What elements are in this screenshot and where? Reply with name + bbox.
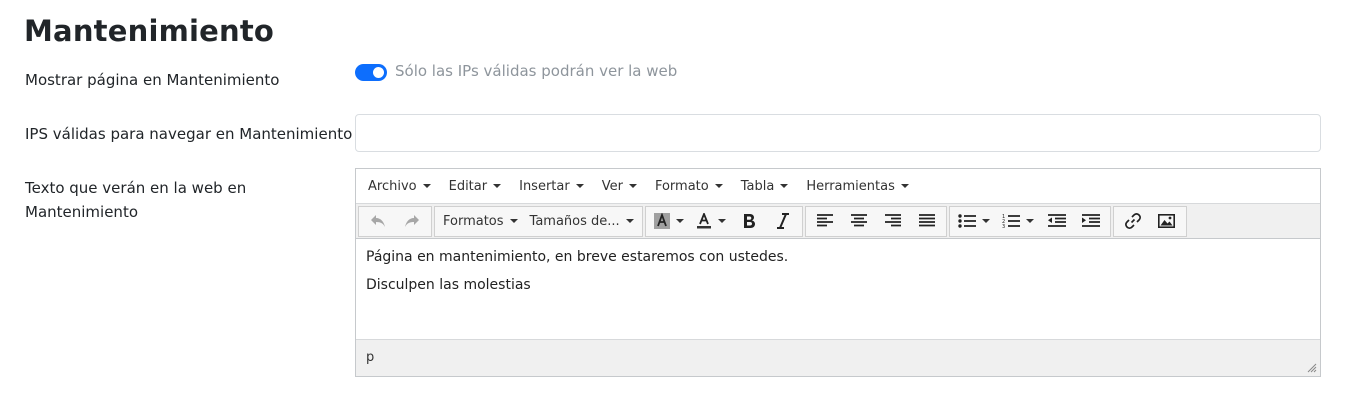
undo-icon bbox=[371, 215, 385, 227]
background-color-button[interactable] bbox=[648, 208, 690, 235]
page-title: Mantenimiento bbox=[24, 14, 275, 48]
caret-down-icon bbox=[625, 219, 634, 223]
align-right-button[interactable] bbox=[876, 208, 910, 235]
message-text-label-line1: Texto que verán en la web en bbox=[25, 179, 247, 197]
bullet-list-icon bbox=[957, 214, 976, 228]
maintenance-toggle[interactable] bbox=[355, 64, 387, 81]
menu-label: Ver bbox=[601, 178, 623, 194]
bold-button[interactable] bbox=[732, 208, 766, 235]
menu-label: Formato bbox=[654, 178, 709, 194]
link-icon bbox=[1124, 213, 1141, 229]
editor-menubar: Archivo Editar Insertar Ver Formato Tabl… bbox=[356, 169, 1320, 204]
rich-text-editor: Archivo Editar Insertar Ver Formato Tabl… bbox=[355, 168, 1321, 377]
toggle-knob bbox=[373, 67, 384, 78]
align-right-icon bbox=[884, 214, 901, 227]
align-left-button[interactable] bbox=[808, 208, 842, 235]
caret-down-icon bbox=[714, 184, 723, 188]
resize-handle-icon[interactable] bbox=[1307, 363, 1317, 373]
menu-label: Archivo bbox=[368, 178, 417, 194]
element-path[interactable]: p bbox=[366, 350, 374, 365]
menu-editar[interactable]: Editar bbox=[441, 172, 510, 200]
font-size-label: Tamaños de... bbox=[529, 213, 620, 229]
caret-down-icon bbox=[900, 184, 909, 188]
numbered-list-icon: 123 bbox=[1002, 214, 1020, 229]
menu-insertar[interactable]: Insertar bbox=[511, 172, 592, 200]
image-button[interactable] bbox=[1150, 208, 1184, 235]
editor-toolbar: Formatos Tamaños de... 1 2 3 bbox=[356, 204, 1320, 239]
align-left-icon bbox=[816, 214, 833, 227]
caret-down-icon bbox=[575, 184, 584, 188]
formats-dropdown[interactable]: Formatos bbox=[437, 208, 524, 235]
menu-label: Herramientas bbox=[806, 178, 895, 194]
bullet-list-button[interactable] bbox=[952, 208, 996, 235]
caret-down-icon bbox=[1025, 219, 1034, 223]
message-text-label-line2: Mantenimiento bbox=[25, 203, 138, 221]
valid-ips-input[interactable] bbox=[355, 114, 1321, 152]
align-justify-icon bbox=[918, 214, 935, 227]
formats-label: Formatos bbox=[443, 213, 504, 229]
caret-down-icon bbox=[422, 184, 431, 188]
caret-down-icon bbox=[675, 219, 684, 223]
editor-content[interactable]: Página en mantenimiento, en breve estare… bbox=[356, 239, 1320, 339]
caret-down-icon bbox=[981, 219, 990, 223]
svg-text:3: 3 bbox=[1002, 224, 1005, 229]
menu-tabla[interactable]: Tabla bbox=[733, 172, 797, 200]
menu-label: Editar bbox=[448, 178, 488, 194]
editor-statusbar: p bbox=[356, 339, 1320, 376]
content-paragraph: Página en mantenimiento, en breve estare… bbox=[366, 249, 789, 265]
menu-label: Tabla bbox=[740, 178, 775, 194]
indent-button[interactable] bbox=[1074, 208, 1108, 235]
outdent-button[interactable] bbox=[1040, 208, 1074, 235]
menu-formato[interactable]: Formato bbox=[647, 172, 731, 200]
menu-herramientas[interactable]: Herramientas bbox=[798, 172, 917, 200]
image-icon bbox=[1158, 214, 1176, 228]
menu-label: Insertar bbox=[519, 178, 570, 194]
indent-icon bbox=[1081, 214, 1100, 227]
list-group: 123 bbox=[948, 205, 1111, 237]
caret-down-icon bbox=[628, 184, 637, 188]
caret-down-icon bbox=[493, 184, 502, 188]
font-size-dropdown[interactable]: Tamaños de... bbox=[524, 208, 640, 235]
insert-group bbox=[1112, 205, 1187, 237]
align-center-icon bbox=[850, 214, 867, 227]
bold-icon bbox=[743, 214, 755, 228]
undo-button[interactable] bbox=[361, 208, 395, 235]
align-center-button[interactable] bbox=[842, 208, 876, 235]
caret-down-icon bbox=[717, 219, 726, 223]
redo-icon bbox=[405, 215, 419, 227]
redo-button[interactable] bbox=[395, 208, 429, 235]
caret-down-icon bbox=[509, 219, 518, 223]
format-group: Formatos Tamaños de... bbox=[434, 205, 643, 237]
caret-down-icon bbox=[780, 184, 789, 188]
menu-archivo[interactable]: Archivo bbox=[360, 172, 439, 200]
style-group bbox=[644, 205, 803, 237]
italic-icon bbox=[776, 213, 789, 229]
italic-button[interactable] bbox=[766, 208, 800, 235]
content-paragraph: Disculpen las molestias bbox=[366, 277, 531, 293]
toggle-hint: Sólo las IPs válidas podrán ver la web bbox=[395, 62, 678, 80]
show-maintenance-label: Mostrar página en Mantenimiento bbox=[25, 71, 280, 89]
outdent-icon bbox=[1047, 214, 1066, 227]
align-justify-button[interactable] bbox=[910, 208, 944, 235]
valid-ips-label: IPS válidas para navegar en Mantenimient… bbox=[25, 125, 353, 143]
menu-ver[interactable]: Ver bbox=[594, 172, 645, 200]
history-group bbox=[358, 205, 432, 237]
numbered-list-button[interactable]: 123 bbox=[996, 208, 1040, 235]
background-color-icon bbox=[653, 213, 670, 229]
link-button[interactable] bbox=[1116, 208, 1150, 235]
text-color-button[interactable] bbox=[690, 208, 732, 235]
message-text-label: Texto que verán en la web en Mantenimien… bbox=[25, 176, 246, 224]
align-group bbox=[804, 205, 947, 237]
text-color-icon bbox=[696, 213, 711, 229]
